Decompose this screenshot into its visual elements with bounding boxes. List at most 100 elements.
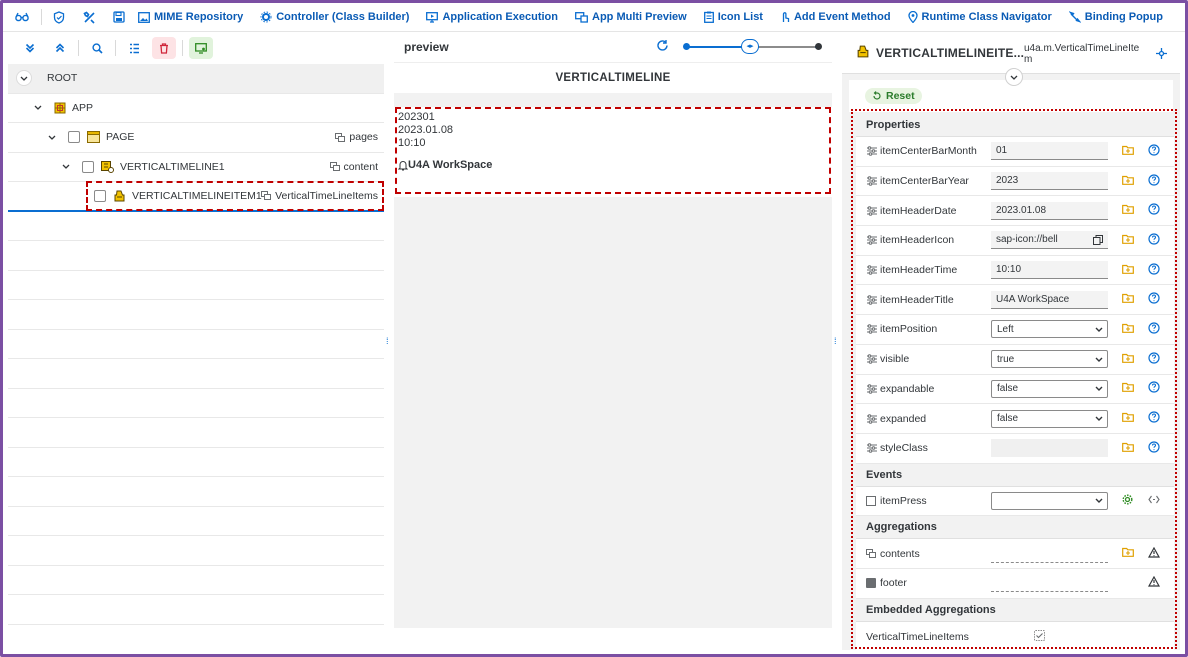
help-icon[interactable] — [1148, 144, 1160, 159]
checked-box-icon[interactable] — [1034, 629, 1045, 644]
tree-node-app[interactable]: APP — [8, 94, 384, 123]
warning-icon[interactable] — [1147, 546, 1161, 561]
property-input[interactable]: U4A WorkSpace — [991, 290, 1108, 309]
zoom-slider[interactable]: ◂▸ — [683, 39, 822, 54]
toolbar-application-execution[interactable]: Application Execution — [426, 11, 558, 23]
aggregation-binding-field[interactable] — [991, 574, 1108, 593]
preview-title: preview — [404, 40, 449, 54]
folder-icon[interactable] — [1122, 412, 1134, 425]
refresh-icon[interactable] — [656, 39, 669, 55]
folder-icon[interactable] — [1122, 175, 1134, 188]
property-row-expanded: expanded false — [856, 404, 1174, 434]
chevron-down-icon[interactable] — [16, 70, 32, 87]
property-select[interactable]: false — [991, 379, 1108, 398]
property-select[interactable]: Left — [991, 320, 1108, 339]
gear-icon[interactable] — [1122, 494, 1133, 508]
help-icon[interactable] — [1148, 173, 1160, 189]
search-button[interactable] — [85, 37, 109, 59]
reset-button[interactable]: Reset — [865, 88, 922, 104]
folder-icon[interactable] — [1122, 382, 1134, 395]
event-checkbox[interactable] — [866, 495, 878, 506]
tree-node-label: VERTICALTIMELINE1 — [120, 160, 225, 173]
toolbar-binding-popup[interactable]: Binding Popup — [1068, 11, 1163, 23]
tree-empty-row — [8, 241, 384, 271]
header-title-row: U4A WorkSpace — [398, 159, 828, 172]
property-row-itemHeaderDate: itemHeaderDate 2023.01.08 — [856, 196, 1174, 227]
tree-node-checkbox[interactable] — [82, 160, 94, 173]
tree-node-verticaltimelineitem[interactable]: VERTICALTIMELINEITEM1 VerticalTimeLineIt… — [8, 182, 384, 212]
tree-node-checkbox[interactable] — [68, 131, 80, 144]
tree-view-button[interactable] — [122, 37, 146, 59]
folder-icon[interactable] — [1122, 547, 1134, 560]
toolbar-controller-class-builder[interactable]: Controller (Class Builder) — [260, 11, 409, 23]
folder-icon[interactable] — [1122, 323, 1134, 336]
shield-icon[interactable] — [48, 6, 70, 28]
folder-icon[interactable] — [1122, 145, 1134, 158]
splitter-handle[interactable]: ⁞ — [834, 336, 840, 346]
tree-node-verticaltimeline[interactable]: VERTICALTIMELINE1 content — [8, 153, 384, 182]
attribute-header: VERTICALTIMELINEITE... u4a.m.VerticalTim… — [842, 32, 1180, 86]
save-icon[interactable] — [108, 6, 130, 28]
help-icon[interactable] — [1148, 322, 1160, 337]
code-icon[interactable] — [1148, 495, 1160, 507]
tree-node-page[interactable]: PAGE pages — [8, 123, 384, 153]
toolbar-icon-list[interactable]: Icon List — [703, 11, 763, 23]
help-icon[interactable] — [1148, 292, 1160, 307]
collapse-header-button[interactable] — [1005, 68, 1023, 86]
toolbar-mime-repository[interactable]: MIME Repository — [138, 11, 243, 23]
toolbar-runtime-class-navigator[interactable]: Runtime Class Navigator — [907, 11, 1052, 23]
help-icon[interactable] — [1148, 352, 1160, 367]
delete-button[interactable] — [152, 37, 176, 59]
control-title: VERTICALTIMELINEITE... — [876, 45, 1025, 60]
navigate-class-icon[interactable] — [1155, 47, 1168, 63]
tree-node-root[interactable]: ROOT — [8, 64, 384, 94]
property-row-itemHeaderTitle: itemHeaderTitle U4A WorkSpace — [856, 285, 1174, 316]
property-input[interactable]: 01 — [991, 142, 1108, 161]
property-select[interactable]: true — [991, 350, 1108, 369]
folder-icon[interactable] — [1122, 264, 1134, 277]
collapse-all-button[interactable] — [48, 37, 72, 59]
timeline-control-icon — [101, 160, 114, 173]
property-row-visible: visible true — [856, 344, 1174, 375]
property-input[interactable]: 10:10 — [991, 261, 1108, 280]
copy-icon[interactable] — [1093, 234, 1103, 245]
tools-icon[interactable] — [78, 6, 100, 28]
aggregation-name: contents — [880, 547, 920, 560]
property-select[interactable]: false — [991, 409, 1108, 428]
folder-icon[interactable] — [1122, 204, 1134, 217]
folder-icon[interactable] — [1122, 234, 1134, 247]
splitter-handle[interactable]: ⁞ — [386, 336, 392, 346]
glasses-icon[interactable] — [11, 6, 33, 28]
property-row-itemCenterBarYear: itemCenterBarYear 2023 — [856, 166, 1174, 197]
folder-icon[interactable] — [1122, 353, 1134, 366]
property-input[interactable]: sap-icon://bell — [991, 231, 1108, 250]
help-icon[interactable] — [1148, 381, 1160, 396]
toolbar-app-multi-preview[interactable]: App Multi Preview — [575, 11, 687, 23]
chevron-down-icon[interactable] — [44, 129, 60, 145]
chevron-down-icon[interactable] — [30, 100, 46, 116]
chevron-down-icon — [1095, 498, 1103, 504]
folder-icon[interactable] — [1122, 442, 1134, 455]
aggregation-icon — [866, 549, 878, 559]
folder-icon[interactable] — [1122, 293, 1134, 306]
header-title: U4A WorkSpace — [408, 159, 493, 171]
aggregation-binding-field[interactable] — [991, 544, 1108, 563]
property-input[interactable]: 2023 — [991, 172, 1108, 191]
property-input[interactable] — [991, 439, 1108, 458]
help-icon[interactable] — [1148, 203, 1160, 218]
expand-all-button[interactable] — [18, 37, 42, 59]
warning-icon[interactable] — [1147, 576, 1161, 590]
device-preview-button[interactable] — [189, 37, 213, 59]
help-icon[interactable] — [1148, 441, 1160, 456]
property-input[interactable]: 2023.01.08 — [991, 201, 1108, 220]
help-icon[interactable] — [1148, 233, 1160, 248]
help-icon[interactable] — [1148, 262, 1160, 278]
event-handler-select[interactable] — [991, 491, 1108, 510]
help-icon[interactable] — [1148, 411, 1160, 426]
slider-handle[interactable]: ◂▸ — [741, 39, 759, 54]
tree-node-checkbox[interactable] — [94, 189, 106, 202]
toolbar-add-event-method[interactable]: Add Event Method — [780, 11, 891, 23]
timeline-item-icon — [113, 190, 126, 202]
timeline-item-preview[interactable]: 202301 2023.01.08 10:10 U4A WorkSpace — [394, 107, 832, 197]
chevron-down-icon[interactable] — [58, 159, 74, 175]
